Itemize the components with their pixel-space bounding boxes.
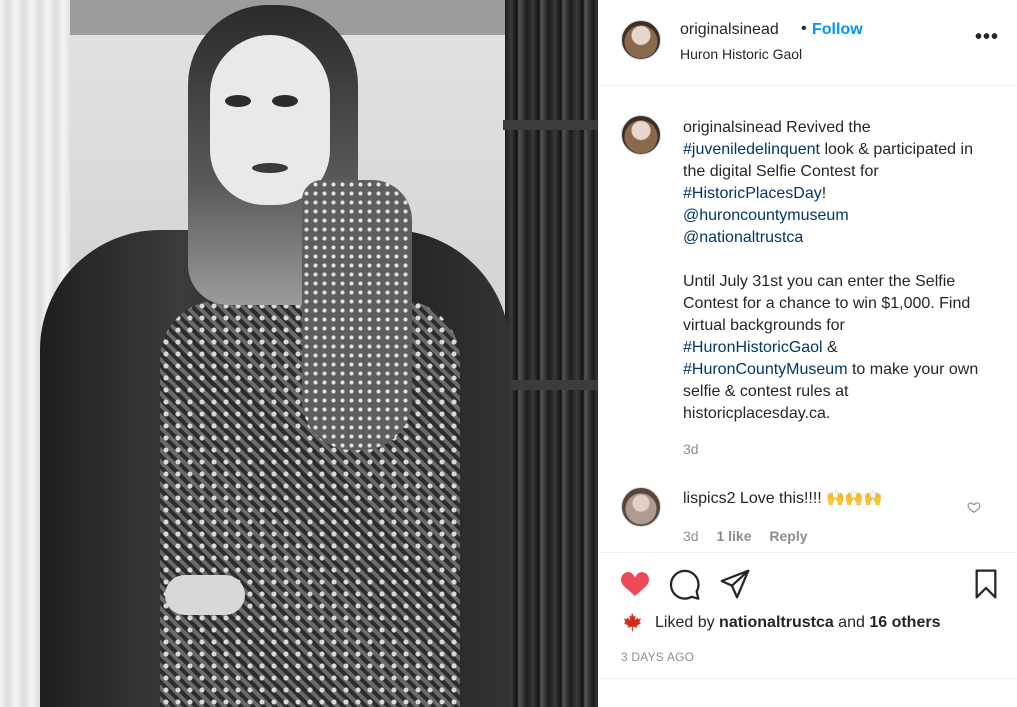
caption-text: Until July 31st you can enter the Selfie… [683,273,971,334]
divider [599,678,1017,679]
separator-dot: • [801,20,807,37]
hashtag-link[interactable]: #HuronHistoricGaol [683,339,823,356]
comment-reply-button[interactable]: Reply [769,528,807,544]
post-side-panel: originalsinead • Follow Huron Historic G… [598,0,1017,707]
photo-scarf [302,180,412,450]
location-link[interactable]: Huron Historic Gaol [680,46,802,62]
photo-eye [272,95,298,107]
photo-person [40,0,510,707]
caption-text: Revived the [781,119,871,136]
comment-likes[interactable]: 1 like [716,528,751,544]
photo-hand [165,575,245,615]
caption-text: ! [821,185,827,202]
author-avatar[interactable] [621,20,661,60]
more-options-icon[interactable]: ••• [975,26,999,49]
caption-username[interactable]: originalsinead [683,119,782,136]
commenter-username[interactable]: lispics2 [683,490,735,507]
mention-link[interactable]: @nationaltrustca [683,229,803,246]
mention-link[interactable]: @huroncountymuseum [683,207,849,224]
hashtag-link[interactable]: #HistoricPlacesDay [683,185,822,202]
photo-door-bar [503,120,598,130]
hashtag-link[interactable]: #HuronCountyMuseum [683,361,848,378]
post-header: originalsinead • Follow Huron Historic G… [599,0,1017,86]
hashtag-link[interactable]: #juveniledelinquent [683,141,820,158]
photo-cell-door [505,0,598,707]
heart-filled-icon[interactable] [619,568,651,600]
author-username[interactable]: originalsinead [680,21,779,39]
comment-icon[interactable] [669,568,701,600]
comment-emoji: 🙌🙌🙌 [826,490,883,507]
photo-lips [252,163,288,173]
post-photo[interactable] [0,0,598,707]
post-date[interactable]: 3 DAYS AGO [621,650,694,664]
photo-eye [225,95,251,107]
likes-summary: Liked by nationaltrustca and 16 others [655,614,940,632]
likes-others-link[interactable]: 16 others [869,614,940,631]
caption-author-avatar[interactable] [621,115,661,155]
follow-button[interactable]: Follow [812,21,863,39]
liker-username[interactable]: nationaltrustca [719,614,834,631]
post-caption: originalsinead Revived the #juveniledeli… [683,117,983,425]
bookmark-icon[interactable] [970,568,1002,600]
likes-prefix: Liked by [655,614,720,631]
comment-like-heart-icon[interactable] [967,500,981,514]
caption-paragraph-1: originalsinead Revived the #juveniledeli… [683,117,983,249]
comment-text: lispics2 Love this!!!! 🙌🙌🙌 [683,489,882,508]
photo-face [210,35,330,205]
comment-body: Love this!!!! [735,490,827,507]
caption-paragraph-2: Until July 31st you can enter the Selfie… [683,271,983,425]
share-icon[interactable] [719,568,751,600]
maple-leaf-icon [623,612,642,632]
caption-timestamp[interactable]: 3d [683,441,699,457]
likes-middle: and [833,614,870,631]
photo-door-bar [503,380,598,390]
caption-text: & [822,339,838,356]
comment-timestamp[interactable]: 3d [683,528,699,544]
commenter-avatar[interactable] [621,487,661,527]
comment-meta: 3d 1 like Reply [683,528,822,544]
